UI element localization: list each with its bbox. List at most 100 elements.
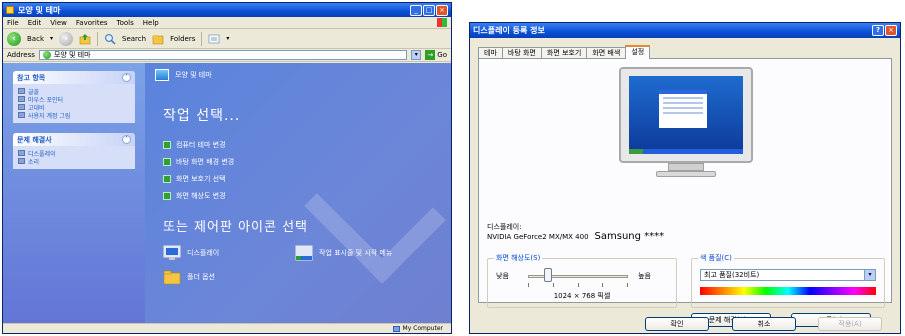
see-also-box: 참고 항목 ˄ 글꼴 마우스 포인터 고대비 사용자 계정 그림 (13, 71, 135, 123)
task-label: 화면 보호기 선택 (176, 174, 226, 183)
go-arrow-icon: → (425, 50, 436, 60)
monitor-bezel (619, 67, 753, 163)
troubleshooters-box: 문제 해결사 ˄ 디스플레이 소리 (13, 133, 135, 169)
standard-toolbar: ‹ Back ▾ › Search Folders ▾ (3, 29, 451, 49)
resolution-legend: 화면 해상도(S) (494, 253, 543, 263)
folders-button-label[interactable]: Folders (170, 35, 195, 43)
display-device: NVIDIA GeForce2 MX/MX 400 Samsung **** (487, 231, 664, 242)
search-button-label[interactable]: Search (122, 35, 146, 43)
help-button[interactable]: ? (872, 25, 884, 36)
cp-icon-folder-options[interactable]: 폴더 옵션 (163, 269, 215, 285)
go-button[interactable]: → Go (425, 50, 451, 60)
help-icon (18, 158, 25, 164)
menu-view[interactable]: View (50, 19, 67, 27)
menu-favorites[interactable]: Favorites (76, 19, 108, 27)
pick-task-heading: 작업 선택... (163, 108, 241, 124)
status-text: My Computer (402, 325, 443, 332)
mouse-icon (18, 96, 25, 102)
watermark-chevron (304, 142, 446, 284)
task-label: 컴퓨터 테마 변경 (176, 140, 226, 149)
category-label: 모양 및 테마 (175, 71, 212, 79)
monitor-foot (656, 171, 716, 177)
display-icon (163, 245, 181, 260)
task-change-theme[interactable]: 컴퓨터 테마 변경 (163, 136, 234, 153)
left-window-title: 모양 및 테마 (18, 5, 61, 15)
up-folder-icon[interactable] (79, 33, 91, 45)
views-icon[interactable] (208, 33, 220, 45)
color-spectrum-bar (700, 287, 876, 295)
forward-arrow-icon[interactable]: › (59, 31, 74, 46)
menu-edit[interactable]: Edit (28, 19, 42, 27)
preview-taskbar (629, 149, 743, 154)
task-change-background[interactable]: 바탕 화면 배경 변경 (163, 153, 234, 170)
display-adapter: NVIDIA GeForce2 MX/MX 400 (487, 233, 589, 241)
resolution-slider-thumb[interactable] (544, 268, 552, 282)
task-arrow-icon (163, 140, 171, 149)
folder-icon (6, 6, 14, 14)
tab-strip: 테마 바탕 화면 화면 보호기 화면 배색 설정 (478, 45, 651, 59)
menu-file[interactable]: File (7, 19, 19, 27)
troubleshooters-header[interactable]: 문제 해결사 ˄ (13, 133, 135, 146)
settings-panel: 디스플레이: NVIDIA GeForce2 MX/MX 400 Samsung… (478, 58, 892, 327)
control-panel-window: 모양 및 테마 _ □ × File Edit View Favorites T… (2, 2, 452, 334)
address-dropdown-icon[interactable]: ▾ (411, 50, 422, 60)
back-arrow-icon[interactable]: ‹ (7, 31, 21, 46)
color-quality-group: 색 품질(C) 최고 품질(32비트) ▾ (691, 253, 885, 308)
right-title-bar[interactable]: 디스플레이 등록 정보 ? × (470, 23, 900, 38)
minimize-button[interactable]: _ (410, 4, 422, 16)
tab-settings[interactable]: 설정 (625, 45, 651, 59)
menu-help[interactable]: Help (143, 19, 159, 27)
help-icon (18, 150, 25, 156)
folders-icon[interactable] (152, 33, 164, 45)
task-choose-screensaver[interactable]: 화면 보호기 선택 (163, 170, 234, 187)
resolution-high-label: 높음 (638, 272, 651, 280)
troubleshooters-title: 문제 해결사 (17, 135, 52, 144)
chevron-down-icon[interactable]: ▾ (864, 270, 875, 280)
resolution-group: 화면 해상도(S) 낮음 높음 1024 × 768 픽셀 (487, 253, 677, 308)
toolbar-separator (201, 31, 203, 46)
menu-bar: File Edit View Favorites Tools Help (3, 17, 451, 29)
color-quality-value: 최고 품질(32비트) (704, 271, 760, 279)
task-label: 화면 해상도 변경 (176, 191, 226, 200)
cp-icon-label: 디스플레이 (187, 249, 220, 257)
maximize-button[interactable]: □ (423, 4, 435, 16)
views-dropdown-icon[interactable]: ▾ (226, 35, 229, 42)
see-also-header[interactable]: 참고 항목 ˄ (13, 71, 135, 84)
preview-window (659, 90, 707, 128)
task-label: 바탕 화면 배경 변경 (176, 157, 235, 166)
ok-button[interactable]: 확인 (645, 317, 709, 331)
troubleshooter-sound[interactable]: 소리 (18, 157, 130, 166)
windows-logo-icon (437, 18, 447, 27)
cancel-button[interactable]: 취소 (732, 317, 796, 331)
task-list: 컴퓨터 테마 변경 바탕 화면 배경 변경 화면 보호기 선택 화면 해상도 변… (163, 136, 234, 204)
cp-icon-display[interactable]: 디스플레이 (163, 245, 219, 261)
task-pane: 참고 항목 ˄ 글꼴 마우스 포인터 고대비 사용자 계정 그림 문제 해결사 … (3, 63, 145, 325)
color-quality-select[interactable]: 최고 품질(32비트) ▾ (700, 269, 876, 281)
resolution-slider-track[interactable] (528, 275, 628, 278)
search-icon[interactable] (104, 33, 116, 45)
menu-tools[interactable]: Tools (117, 19, 134, 27)
task-change-resolution[interactable]: 화면 해상도 변경 (163, 187, 234, 204)
left-title-bar[interactable]: 모양 및 테마 _ □ × (3, 3, 451, 17)
close-button[interactable]: × (436, 4, 448, 16)
collapse-chevron-icon[interactable]: ˄ (122, 73, 131, 82)
back-dropdown-icon[interactable]: ▾ (50, 35, 53, 42)
monitor-preview (619, 67, 753, 179)
dialog-close-button[interactable]: × (885, 25, 897, 36)
see-also-link-account-picture[interactable]: 사용자 계정 그림 (18, 111, 130, 120)
status-bar: My Computer (3, 323, 451, 333)
control-panel-body: 참고 항목 ˄ 글꼴 마우스 포인터 고대비 사용자 계정 그림 문제 해결사 … (3, 63, 451, 325)
address-input[interactable]: 모양 및 테마 (38, 50, 408, 60)
toolbar-separator (97, 31, 99, 46)
apply-button[interactable]: 적용(A) (818, 317, 882, 331)
cp-icon-taskbar[interactable]: 작업 표시줄 및 시작 메뉴 (295, 245, 392, 261)
resolution-value: 1024 × 768 픽셀 (553, 292, 611, 300)
back-label[interactable]: Back (27, 35, 44, 43)
monitor-stand (668, 163, 704, 171)
my-computer-icon (392, 325, 400, 332)
go-label: Go (437, 51, 447, 59)
collapse-chevron-icon[interactable]: ˄ (122, 135, 131, 144)
dialog-title: 디스플레이 등록 정보 (473, 26, 545, 35)
user-picture-icon (18, 112, 25, 118)
slider-ticks (528, 283, 628, 287)
